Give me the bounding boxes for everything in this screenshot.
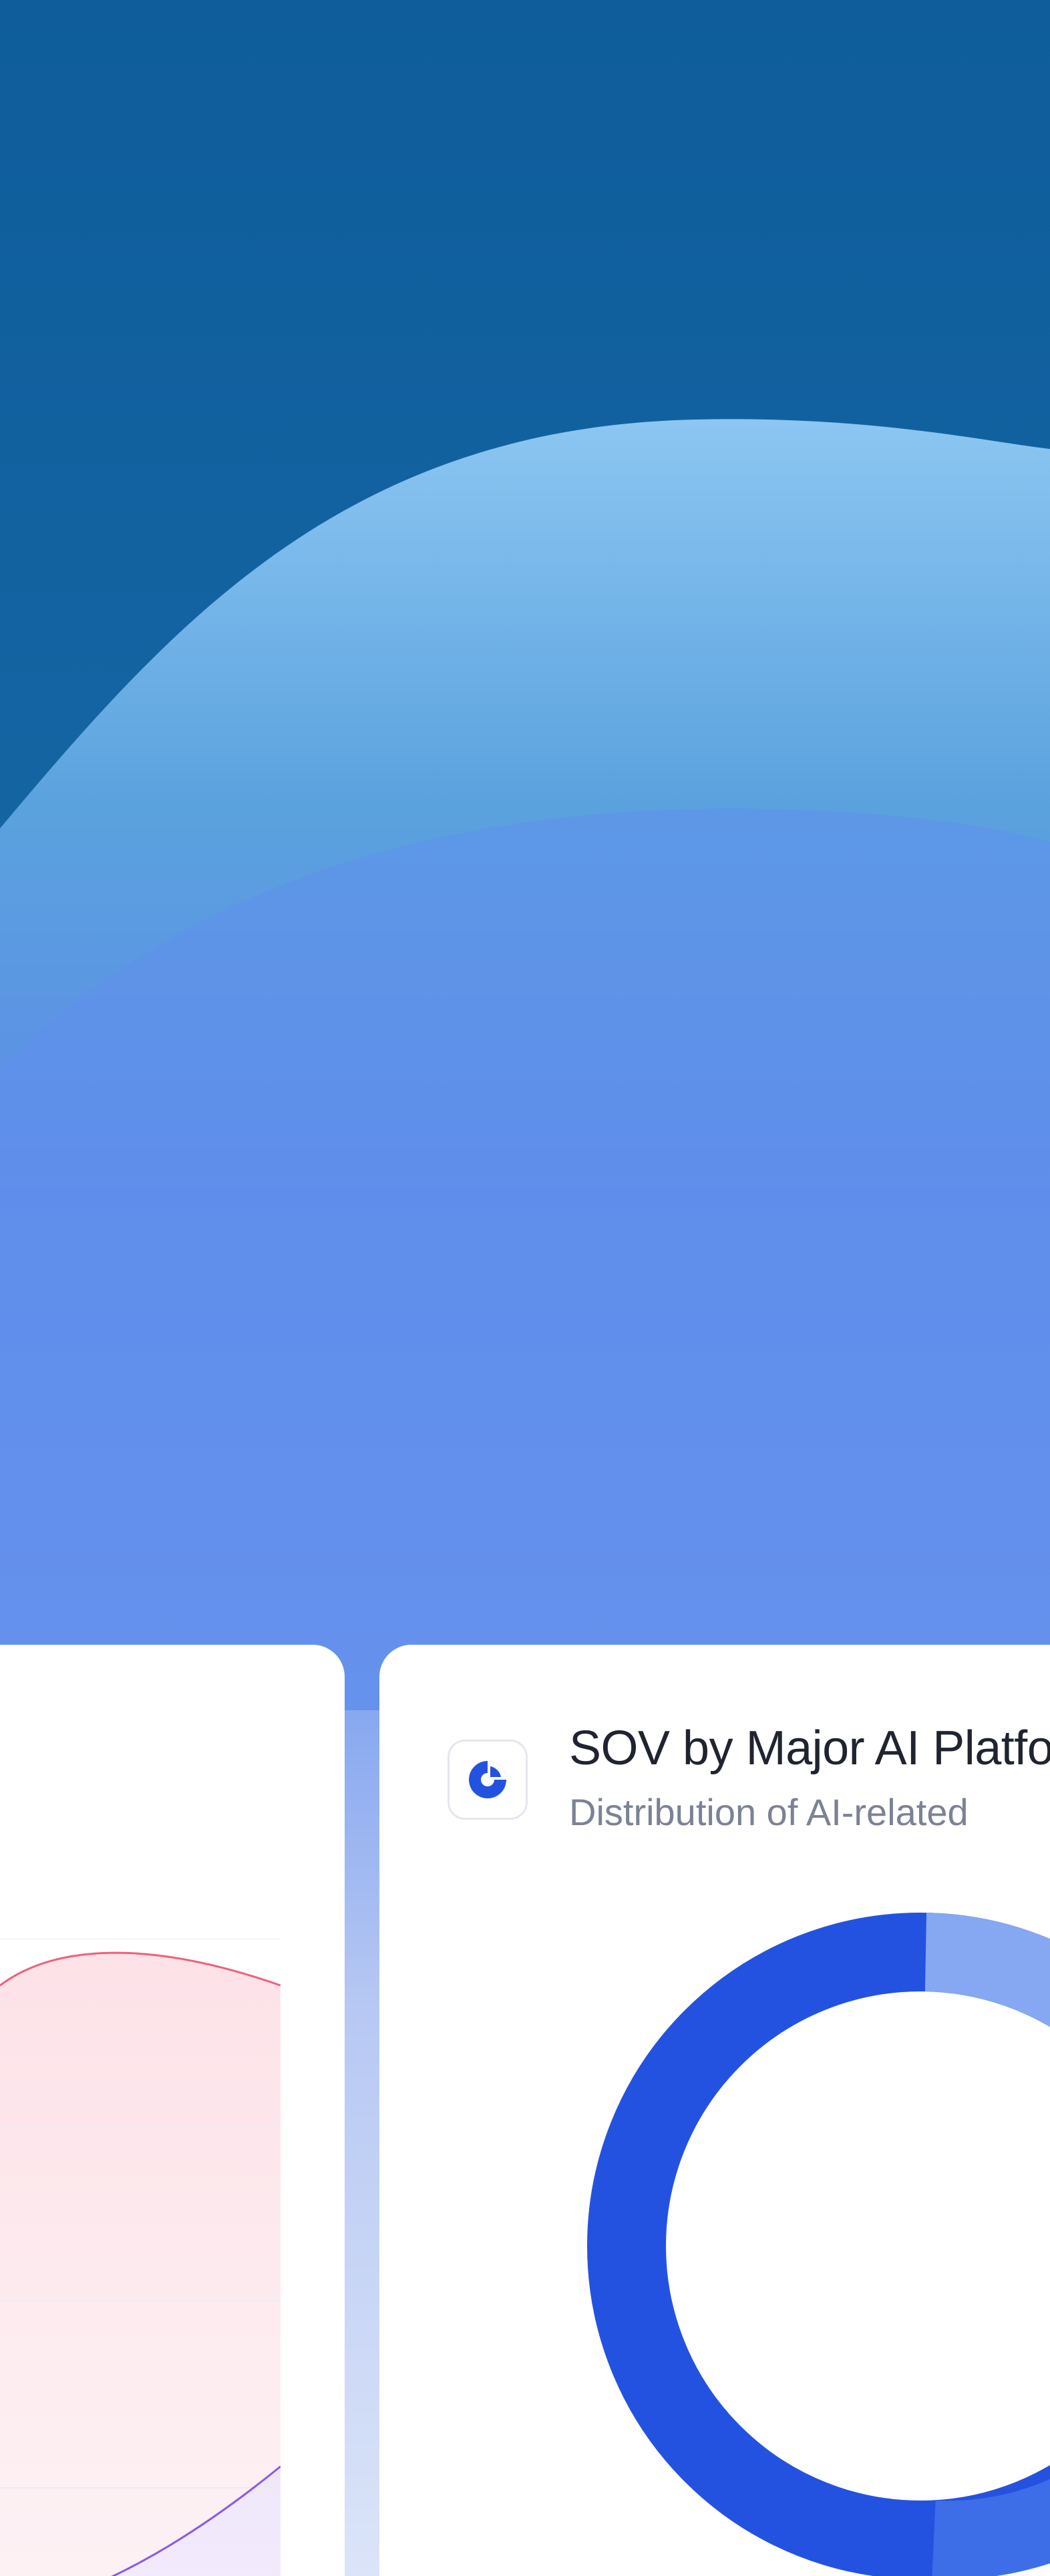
hero-background-wave xyxy=(0,0,1050,1710)
sov-card: SOV by Major AI Platfo Distribution of A… xyxy=(379,1645,1050,2576)
page: SOV by Major AI Platfo Distribution of A… xyxy=(0,0,1050,2576)
sov-donut-chart xyxy=(587,1913,1050,2576)
trend-line-chart xyxy=(0,1939,281,2576)
card-subtitle: Distribution of AI-related xyxy=(569,1791,969,1833)
series-area-pink xyxy=(0,1953,281,2576)
card-title: SOV by Major AI Platfo xyxy=(569,1722,1050,1775)
donut-slice-light xyxy=(924,1913,1050,2028)
trend-card xyxy=(0,1645,345,2576)
donut-slice-mid xyxy=(932,2479,1050,2576)
pie-chart-icon xyxy=(448,1740,528,1820)
